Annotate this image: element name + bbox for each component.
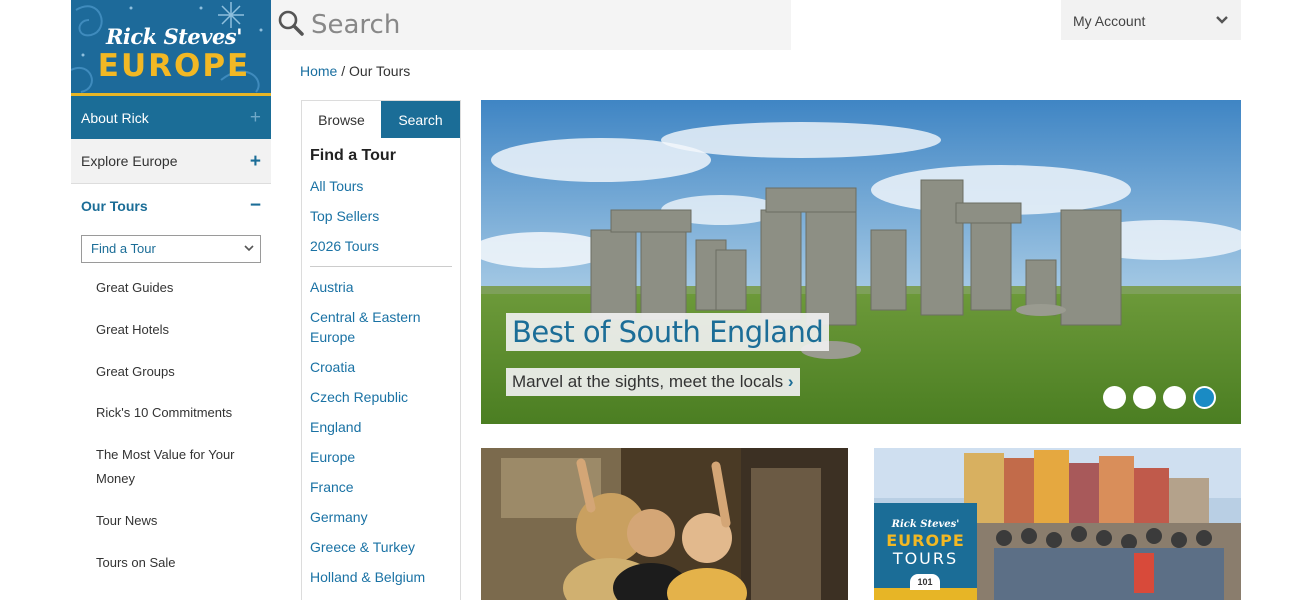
our-tours-submenu: Great Guides Great Hotels Great Groups R… <box>71 276 271 575</box>
link-england[interactable]: England <box>310 412 452 442</box>
badge-europe: EUROPE <box>886 531 965 550</box>
carousel-dot[interactable] <box>1133 386 1156 409</box>
link-europe[interactable]: Europe <box>310 442 452 472</box>
link-greece-turkey[interactable]: Greece & Turkey <box>310 532 452 562</box>
find-a-tour-heading: Find a Tour <box>310 147 396 164</box>
badge-number: 101 <box>910 574 940 590</box>
hero-carousel[interactable]: Best of South England Marvel at the sigh… <box>481 100 1241 424</box>
sidebar-item-label: Our Tours <box>81 197 148 214</box>
plus-icon: + <box>249 107 261 128</box>
promo-tile-rome-night[interactable] <box>481 448 848 600</box>
carousel-dot[interactable] <box>1163 386 1186 409</box>
browse-tabs: Browse Search <box>302 101 460 138</box>
sidebar-subitem-tour-news[interactable]: Tour News <box>71 509 271 533</box>
link-czech-republic[interactable]: Czech Republic <box>310 382 452 412</box>
breadcrumb-current: Our Tours <box>349 63 411 79</box>
link-germany[interactable]: Germany <box>310 502 452 532</box>
sidebar-subitem-tours-on-sale[interactable]: Tours on Sale <box>71 551 271 575</box>
carousel-dot[interactable] <box>1103 386 1126 409</box>
promo-tile-tours-101[interactable]: Rick Steves' EUROPE TOURS 101 <box>874 448 1241 600</box>
link-hungary[interactable]: Hungary <box>310 592 452 600</box>
badge-script: Rick Steves' <box>891 519 960 530</box>
chevron-down-icon <box>244 245 254 252</box>
chevron-down-icon <box>1216 16 1228 24</box>
link-top-sellers[interactable]: Top Sellers <box>310 201 452 231</box>
divider <box>310 266 452 267</box>
browse-panel: Browse Search Find a Tour All Tours Top … <box>301 100 461 600</box>
sidebar-subitem-commitments[interactable]: Rick's 10 Commitments <box>71 401 271 425</box>
select-value: Find a Tour <box>91 241 156 256</box>
sidebar-nav: About Rick + Explore Europe + Our Tours … <box>71 96 271 575</box>
my-account-label: My Account <box>1073 13 1146 29</box>
tab-browse[interactable]: Browse <box>302 101 381 138</box>
link-croatia[interactable]: Croatia <box>310 352 452 382</box>
search-input[interactable] <box>311 6 771 44</box>
sidebar-item-label: Explore Europe <box>81 153 178 169</box>
search-icon[interactable] <box>277 9 305 37</box>
minus-icon: − <box>249 195 261 216</box>
breadcrumb-home[interactable]: Home <box>300 63 337 79</box>
breadcrumb: Home / Our Tours <box>300 63 410 79</box>
link-france[interactable]: France <box>310 472 452 502</box>
link-central-eastern-europe[interactable]: Central & Eastern Europe <box>310 302 452 352</box>
carousel-dot-active[interactable] <box>1193 386 1216 409</box>
sidebar-subitem-great-groups[interactable]: Great Groups <box>71 360 271 384</box>
sidebar-item-our-tours[interactable]: Our Tours − <box>71 184 271 227</box>
find-a-tour-select[interactable]: Find a Tour <box>81 235 261 263</box>
browse-top-links: All Tours Top Sellers 2026 Tours <box>310 171 452 261</box>
tours-101-badge: Rick Steves' EUROPE TOURS 101 <box>874 503 977 600</box>
link-holland-belgium[interactable]: Holland & Belgium <box>310 562 452 592</box>
sidebar-item-explore-europe[interactable]: Explore Europe + <box>71 139 271 184</box>
hero-subtitle-link[interactable]: Marvel at the sights, meet the locals › <box>506 368 800 396</box>
my-account-dropdown[interactable]: My Account <box>1061 0 1241 40</box>
tab-search[interactable]: Search <box>381 101 460 138</box>
sidebar-subitem-great-guides[interactable]: Great Guides <box>71 276 271 300</box>
link-2026-tours[interactable]: 2026 Tours <box>310 231 452 261</box>
badge-tours: TOURS <box>892 549 959 568</box>
breadcrumb-separator: / <box>337 63 350 79</box>
carousel-dots <box>1103 386 1216 409</box>
hero-subtitle: Marvel at the sights, meet the locals <box>512 372 784 391</box>
browse-country-links: Austria Central & Eastern Europe Croatia… <box>310 272 452 600</box>
link-austria[interactable]: Austria <box>310 272 452 302</box>
chevron-right-icon: › <box>787 372 794 391</box>
browse-body: Find a Tour All Tours Top Sellers 2026 T… <box>302 138 460 600</box>
sidebar-subitem-most-value[interactable]: The Most Value for Your Money <box>71 443 236 491</box>
search-bar <box>271 0 791 50</box>
sidebar-item-about-rick[interactable]: About Rick + <box>71 96 271 139</box>
logo-europe: EUROPE <box>97 48 251 84</box>
sidebar-subitem-great-hotels[interactable]: Great Hotels <box>71 318 271 342</box>
plus-icon: + <box>249 150 261 172</box>
site-logo[interactable]: Rick Steves' EUROPE <box>71 0 271 96</box>
sidebar-item-label: About Rick <box>81 109 149 126</box>
logo-script: Rick Steves' <box>105 24 243 49</box>
hero-title[interactable]: Best of South England <box>506 313 830 351</box>
tile-image-trevi-fountain <box>481 448 848 600</box>
link-all-tours[interactable]: All Tours <box>310 171 452 201</box>
